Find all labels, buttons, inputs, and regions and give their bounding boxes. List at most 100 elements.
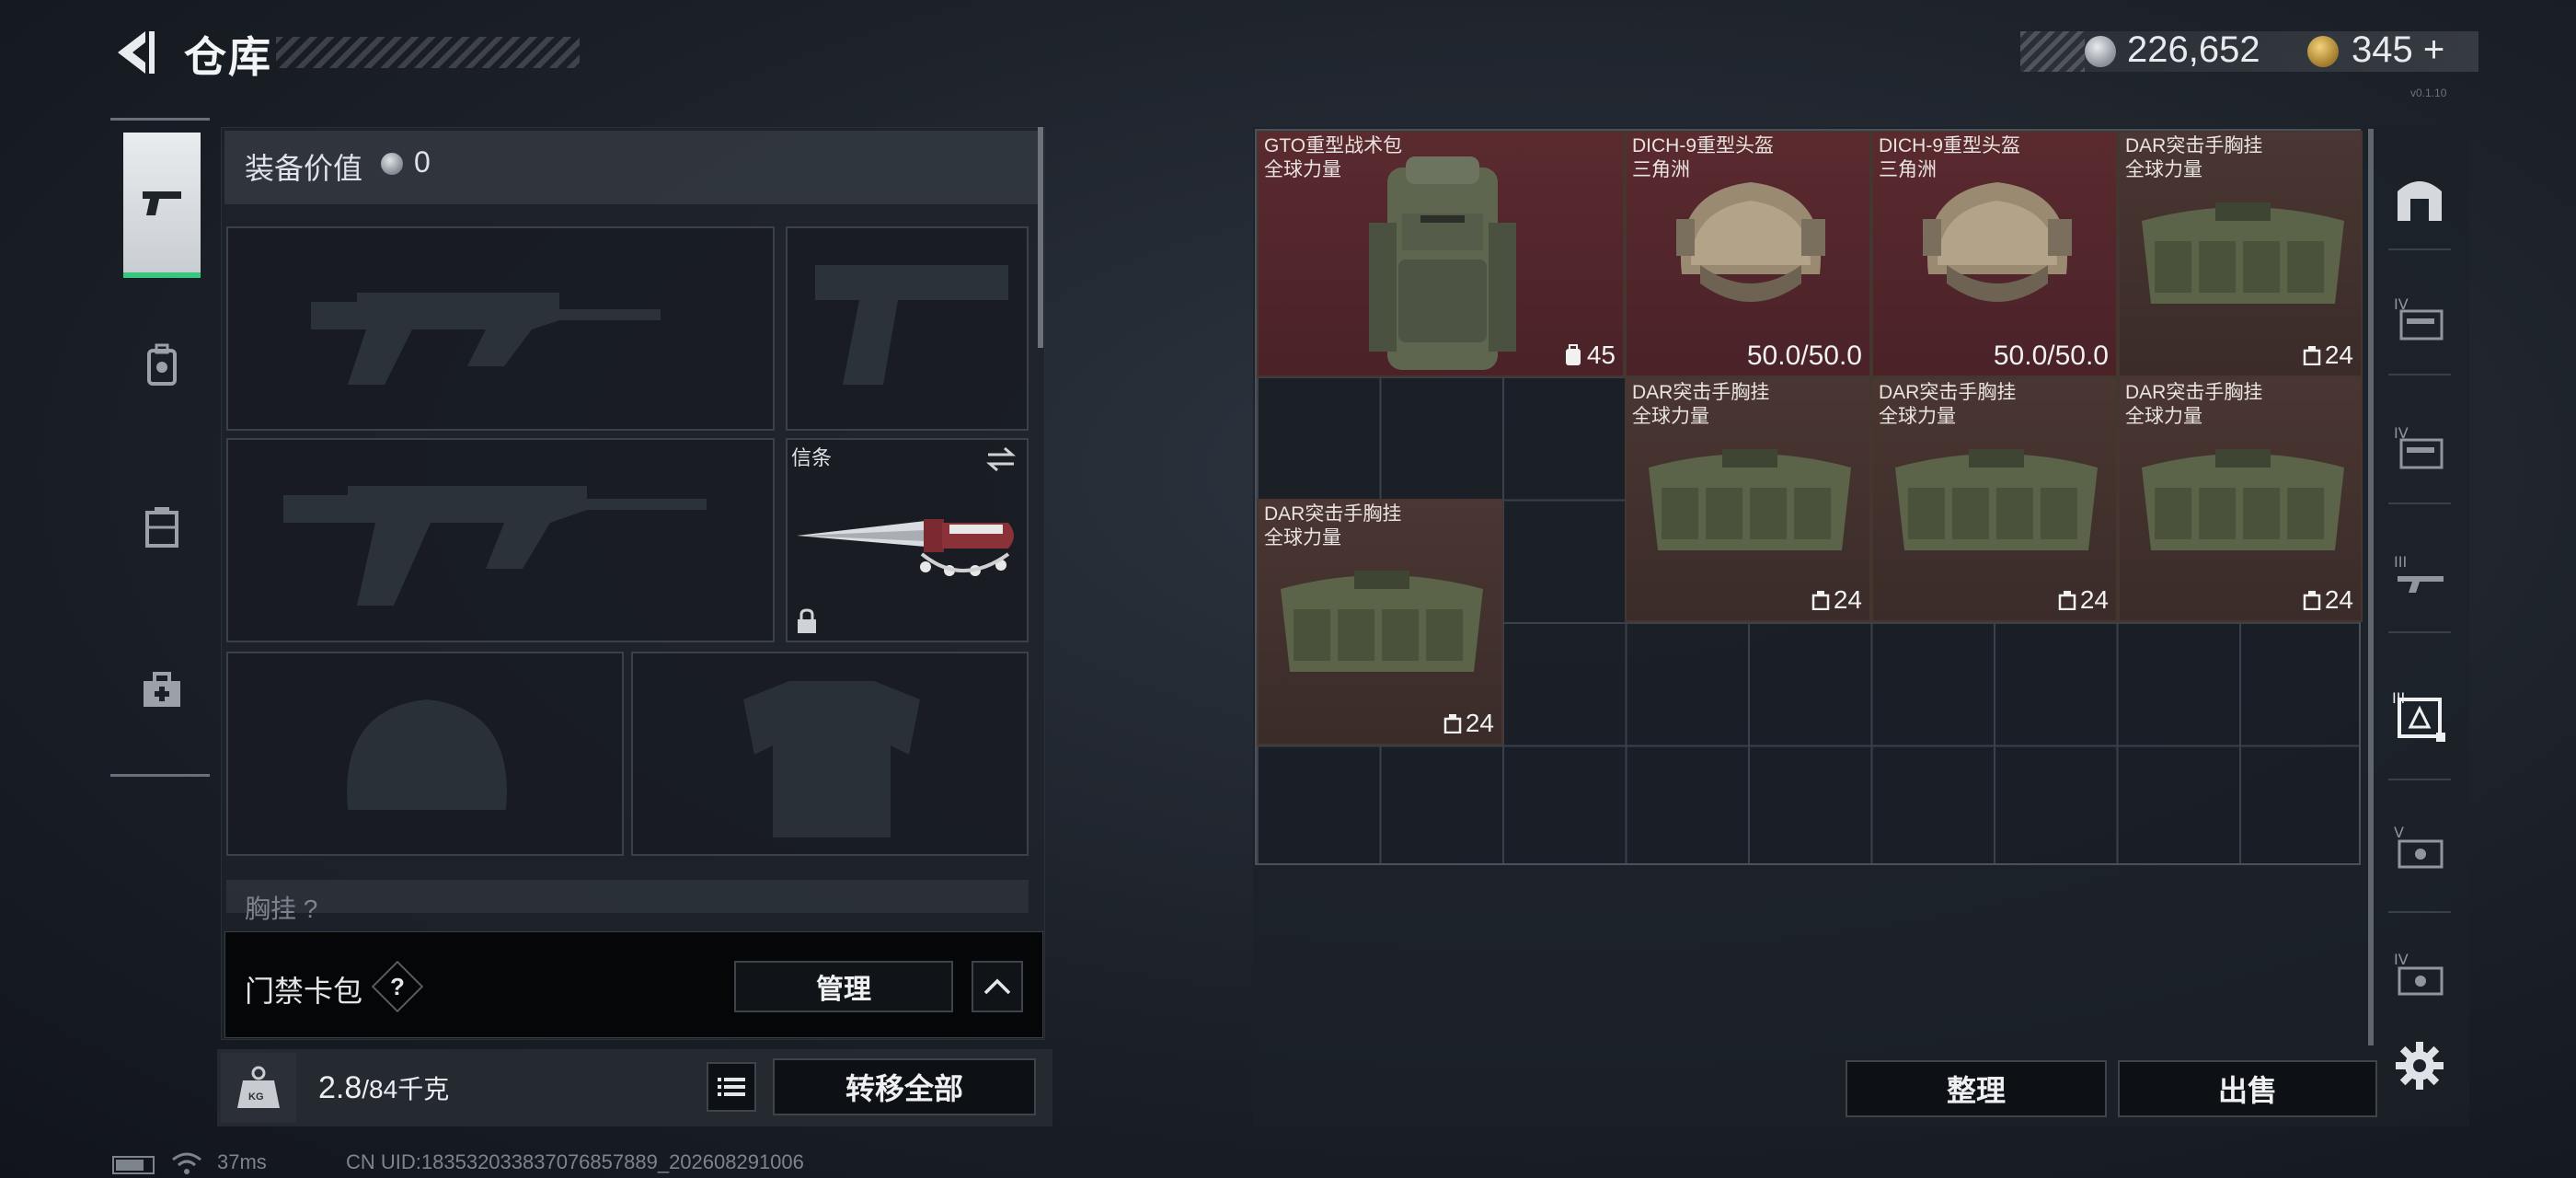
- item-capacity-value: 24: [1833, 585, 1862, 614]
- chest-rig-icon: [145, 507, 178, 548]
- weight-current: 2.8: [318, 1070, 362, 1105]
- chest-rig-image: [2142, 449, 2344, 550]
- helmet-image: [1923, 182, 2072, 302]
- tab-medical[interactable]: [123, 644, 201, 736]
- item-name: DAR突击手胸挂 全球力量: [1264, 502, 1401, 550]
- stash-tab-2[interactable]: IV: [2388, 282, 2451, 355]
- stash-case-icon: V: [2394, 824, 2444, 869]
- stash-item-helmet[interactable]: DICH-9重型头盔 三角洲 50.0/50.0: [1871, 131, 2118, 377]
- chevron-up-icon: [983, 978, 1011, 995]
- list-icon: [718, 1078, 745, 1096]
- stash-tab-6[interactable]: V: [2388, 810, 2451, 884]
- swap-icon[interactable]: [984, 445, 1018, 473]
- helmet-slot[interactable]: [226, 652, 624, 856]
- transfer-all-button[interactable]: 转移全部: [773, 1058, 1036, 1115]
- item-capacity-value: 24: [2079, 585, 2109, 614]
- pistol-silhouette-icon: [815, 265, 1008, 385]
- item-name: DAR突击手胸挂 全球力量: [2125, 381, 2262, 429]
- stash-item-chest-rig[interactable]: DAR突击手胸挂 全球力量 24: [2118, 377, 2363, 622]
- chest-rig-icon: [1443, 714, 1462, 733]
- chest-rig-slot-label: 胸挂 ?: [245, 895, 318, 923]
- item-name: DAR突击手胸挂 全球力量: [1632, 381, 1769, 429]
- chest-rig-icon: [2303, 346, 2321, 365]
- armor-silhouette-icon: [743, 681, 920, 837]
- stash-item-chest-rig[interactable]: DAR突击手胸挂 全球力量 24: [2118, 131, 2363, 377]
- chest-rig-image: [1895, 449, 2098, 550]
- divider: [2388, 779, 2451, 780]
- stash-cabinet-icon: IV: [2394, 295, 2444, 341]
- item-capacity: 24: [1443, 709, 1494, 738]
- sort-button[interactable]: 整理: [1846, 1060, 2107, 1117]
- item-title: DAR突击手胸挂: [2125, 135, 2263, 156]
- list-view-button[interactable]: [707, 1062, 756, 1112]
- helmet-image: [1676, 182, 1825, 302]
- item-capacity-value: 45: [1586, 341, 1616, 369]
- stash-item-chest-rig[interactable]: DAR突击手胸挂 全球力量 24: [1257, 499, 1503, 745]
- item-capacity: 24: [1811, 585, 1862, 615]
- pistol-icon: [143, 191, 181, 215]
- uid-text: CN UID:1835320338370768578​89_2026082910…: [346, 1150, 804, 1173]
- chest-rig-icon: [2303, 591, 2321, 610]
- item-title: DAR突击手胸挂: [1879, 382, 2017, 403]
- stash-tab-7[interactable]: IV: [2388, 937, 2451, 1011]
- item-capacity: 24: [2058, 585, 2109, 615]
- primary-weapon-slot-2[interactable]: [226, 438, 775, 642]
- item-title: DAR突击手胸挂: [1632, 382, 1770, 403]
- tier-label: V: [2394, 824, 2404, 841]
- item-faction: 全球力量: [2125, 159, 2202, 180]
- stash-tab-3[interactable]: IV: [2388, 410, 2451, 484]
- stash-item-helmet[interactable]: DICH-9重型头盔 三角洲 50.0/50.0: [1625, 131, 1871, 377]
- equip-value-label: 装备价值: [245, 152, 363, 185]
- item-capacity: 24: [2303, 585, 2353, 615]
- collapse-button[interactable]: [972, 961, 1023, 1012]
- gold-amount[interactable]: 345 +: [2352, 29, 2444, 71]
- help-icon[interactable]: ?: [379, 968, 416, 1005]
- divider: [2388, 248, 2451, 250]
- loadout-scrollbar[interactable]: [1038, 127, 1043, 348]
- weight-value: 2.8/84千克: [318, 1069, 449, 1106]
- stash-tab-5[interactable]: III: [2388, 679, 2451, 753]
- item-capacity: 45: [1563, 341, 1616, 370]
- manage-button[interactable]: 管理: [734, 961, 953, 1012]
- stash-item-chest-rig[interactable]: DAR突击手胸挂 全球力量 24: [1871, 377, 2118, 622]
- sell-button[interactable]: 出售: [2118, 1060, 2377, 1117]
- gold-amount-value: 345: [2352, 29, 2413, 70]
- weight-icon-box: [221, 1053, 296, 1123]
- item-faction: 全球力量: [1879, 406, 1956, 427]
- item-name: DAR突击手胸挂 全球力量: [2125, 134, 2262, 182]
- item-faction: 全球力量: [2125, 406, 2202, 427]
- stash-case-icon: IV: [2394, 951, 2444, 996]
- divider: [2388, 631, 2451, 633]
- stash-item-chest-rig[interactable]: DAR突击手胸挂 全球力量 24: [1625, 377, 1871, 622]
- stash-tab-4[interactable]: III: [2388, 539, 2451, 613]
- rifle-silhouette-icon: [283, 486, 707, 606]
- divider: [2388, 911, 2451, 913]
- item-capacity: 24: [2303, 341, 2353, 370]
- backpack-image: [1369, 156, 1516, 370]
- chest-rig-icon: [1811, 591, 1830, 610]
- stash-rig-icon: III: [2392, 689, 2445, 742]
- stash-item-backpack[interactable]: GTO重型战术包 全球力量 45: [1257, 131, 1625, 377]
- stash-grid[interactable]: GTO重型战术包 全球力量 45 DICH-9重型头盔 三角洲 50.0/50.0 …: [1255, 129, 2363, 865]
- item-capacity-value: 24: [2324, 585, 2353, 614]
- chest-rig-slot[interactable]: [226, 880, 1029, 913]
- back-button[interactable]: [109, 26, 162, 79]
- stash-scrollbar[interactable]: [2368, 129, 2374, 1045]
- weight-icon: [237, 1066, 280, 1108]
- helmet-silhouette-icon: [347, 699, 507, 810]
- battery-level: [116, 1160, 144, 1171]
- chest-rig-icon: [2058, 591, 2076, 610]
- stash-tab-home[interactable]: [2388, 160, 2451, 234]
- add-currency-button[interactable]: +: [2423, 29, 2444, 70]
- gear-icon[interactable]: [2392, 1038, 2447, 1093]
- tier-label: IV: [2394, 951, 2409, 968]
- sidearm-slot[interactable]: [786, 226, 1029, 431]
- primary-weapon-slot-1[interactable]: [226, 226, 775, 431]
- tab-backpack[interactable]: [123, 318, 201, 410]
- tab-weapons[interactable]: [123, 133, 201, 278]
- tier-label: III: [2394, 553, 2407, 571]
- tab-chest-rig[interactable]: [123, 480, 201, 572]
- armor-slot[interactable]: [631, 652, 1029, 856]
- chest-rig-image: [2142, 202, 2344, 304]
- item-title: DICH-9重型头盔: [1879, 135, 2021, 156]
